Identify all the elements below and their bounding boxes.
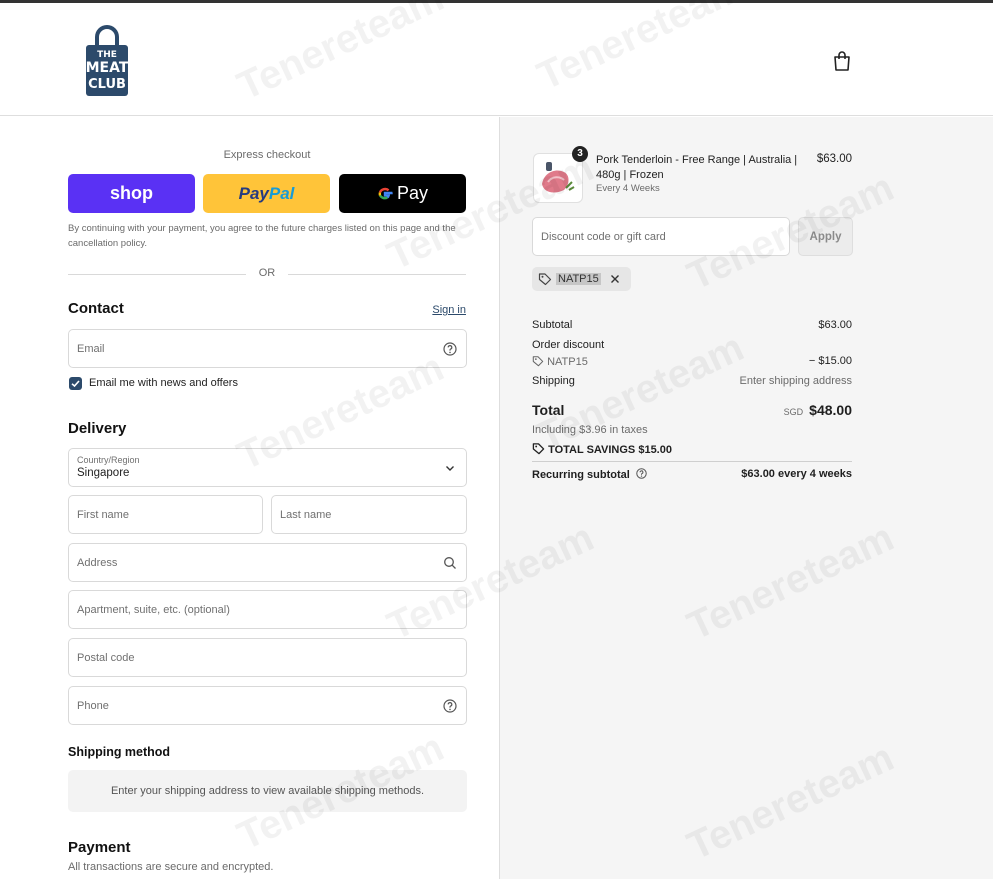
or-text: OR [258, 267, 276, 279]
country-label: Country/Region [77, 455, 140, 465]
checkmark-icon [71, 380, 80, 388]
subtotal-row: Subtotal $63.00 [532, 319, 852, 331]
shipping-row: Shipping Enter shipping address [532, 375, 852, 387]
order-discount-label: Order discount [532, 339, 605, 351]
google-g-icon [378, 187, 393, 199]
subtotal-label: Subtotal [532, 319, 573, 331]
header: THE MEAT CLUB [0, 3, 993, 116]
discount-code-field[interactable]: Discount code or gift card [532, 217, 790, 256]
sign-in-link[interactable]: Sign in [432, 304, 466, 316]
logo-text-top: THE [97, 50, 117, 60]
shipping-label: Shipping [532, 375, 575, 387]
tag-icon [532, 356, 544, 367]
shipping-method-heading: Shipping method [68, 745, 171, 759]
phone-field[interactable]: Phone [68, 686, 467, 725]
email-placeholder: Email [77, 343, 105, 355]
country-value: Singapore [77, 467, 130, 479]
or-line-right [288, 274, 466, 275]
close-icon[interactable] [609, 273, 621, 285]
quantity-badge: 3 [572, 146, 588, 162]
pork-tenderloin-image [542, 162, 575, 193]
help-circle-icon[interactable] [443, 699, 457, 713]
shopping-bag-icon[interactable] [832, 50, 852, 72]
recurring-value: $63.00 every 4 weeks [741, 468, 852, 480]
apartment-field[interactable]: Apartment, suite, etc. (optional) [68, 590, 467, 629]
first-name-placeholder: First name [77, 509, 129, 521]
address-field[interactable]: Address [68, 543, 467, 582]
checkout-form: Express checkout shop Pay Pal Pay By cont… [0, 117, 499, 879]
first-name-field[interactable]: First name [68, 495, 263, 534]
shipping-method-message: Enter your shipping address to view avai… [68, 770, 467, 812]
email-field[interactable]: Email [68, 329, 467, 368]
total-amount: SGD $48.00 [784, 402, 852, 418]
express-terms-text: By continuing with your payment, you agr… [68, 223, 456, 249]
shop-pay-button[interactable]: shop [68, 174, 195, 213]
tag-icon [532, 443, 545, 455]
help-circle-icon[interactable] [443, 342, 457, 356]
apartment-placeholder: Apartment, suite, etc. (optional) [77, 604, 230, 616]
taxes-row: Including $3.96 in taxes [532, 424, 852, 436]
total-row: Total SGD $48.00 [532, 402, 852, 424]
total-currency: SGD [783, 407, 804, 417]
order-discount-value: − $15.00 [808, 355, 852, 367]
payment-security-note: All transactions are secure and encrypte… [68, 861, 274, 873]
country-select[interactable]: Country/Region Singapore [68, 448, 467, 487]
contact-heading: Contact [68, 300, 124, 317]
paypal-button[interactable]: Pay Pal [203, 174, 330, 213]
product-subscription: Every 4 Weeks [596, 183, 660, 194]
paypal-label-pal: Pal [268, 183, 295, 203]
order-discount-row: Order discount [532, 339, 852, 351]
order-discount-code: NATP15 [547, 356, 588, 368]
postal-code-field[interactable]: Postal code [68, 638, 467, 677]
recurring-label: Recurring subtotal [532, 469, 630, 481]
paypal-label-pay: Pay [238, 183, 269, 203]
shipping-value: Enter shipping address [739, 375, 852, 387]
shop-pay-label: shop [110, 183, 153, 203]
product-price: $63.00 [816, 153, 852, 165]
chevron-down-icon [446, 466, 454, 471]
taxes-text: Including $3.96 in taxes [532, 424, 648, 436]
delivery-heading: Delivery [68, 420, 127, 437]
discount-placeholder: Discount code or gift card [541, 231, 666, 243]
recurring-subtotal-row: Recurring subtotal $63.00 every 4 weeks [532, 468, 852, 481]
order-summary: 3 Pork Tenderloin - Free Range | Austral… [499, 117, 993, 879]
address-placeholder: Address [77, 557, 118, 569]
summary-divider [532, 461, 852, 462]
brand-logo[interactable]: THE MEAT CLUB [84, 23, 130, 96]
search-icon [444, 557, 456, 569]
newsletter-label: Email me with news and offers [89, 377, 238, 389]
or-divider: OR [68, 267, 466, 281]
phone-placeholder: Phone [77, 700, 109, 712]
last-name-placeholder: Last name [280, 509, 332, 521]
google-pay-label: Pay [396, 183, 429, 203]
logo-text-bottom: CLUB [88, 77, 126, 92]
logo-text-mid: MEAT [85, 60, 129, 76]
total-savings-row: TOTAL SAVINGS $15.00 [532, 442, 852, 456]
savings-value: $15.00 [638, 444, 672, 456]
newsletter-checkbox[interactable] [69, 377, 82, 390]
subtotal-value: $63.00 [818, 319, 852, 331]
payment-heading: Payment [68, 839, 131, 856]
applied-code-chip: NATP15 [532, 267, 631, 291]
tag-icon [538, 273, 552, 286]
express-checkout-title: Express checkout [223, 149, 311, 161]
postal-code-placeholder: Postal code [77, 652, 135, 664]
savings-label: TOTAL SAVINGS [548, 444, 636, 456]
help-circle-icon[interactable] [636, 468, 647, 479]
product-name: Pork Tenderloin - Free Range | Australia… [596, 154, 798, 181]
total-value: $48.00 [809, 402, 852, 418]
google-pay-button[interactable]: Pay [339, 174, 466, 213]
last-name-field[interactable]: Last name [271, 495, 467, 534]
applied-code-text: NATP15 [556, 273, 601, 285]
apply-discount-button[interactable]: Apply [798, 217, 853, 256]
order-discount-code-row: NATP15 − $15.00 [532, 355, 852, 368]
total-label: Total [532, 402, 565, 418]
